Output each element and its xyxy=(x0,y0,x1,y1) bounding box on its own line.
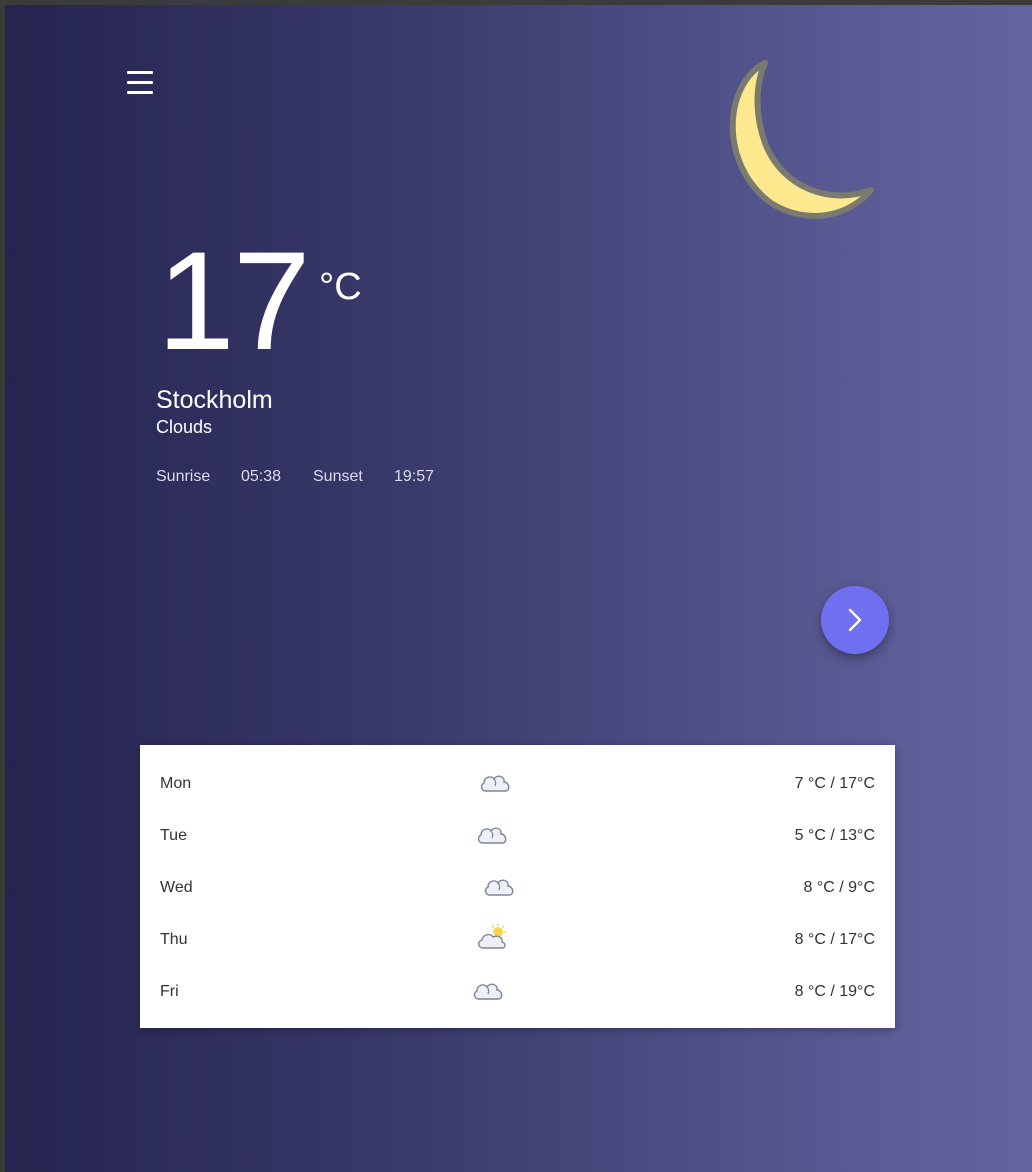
sunrise-label: Sunrise xyxy=(156,468,211,485)
forecast-range: 5 °C / 13°C xyxy=(794,827,875,844)
sunset-time: 19:57 xyxy=(394,468,435,485)
cloud-icon xyxy=(477,827,507,844)
forecast-day: Thu xyxy=(160,931,188,948)
crescent-moon-icon xyxy=(729,60,874,220)
city-name: Stockholm xyxy=(156,386,273,414)
forecast-range: 8 °C / 9°C xyxy=(803,879,875,896)
current-temperature: 17 °C xyxy=(157,222,362,379)
next-button[interactable] xyxy=(821,586,889,654)
chevron-right-icon xyxy=(848,608,862,632)
forecast-row-mon: Mon 7 °C / 17°C xyxy=(140,757,895,809)
hamburger-menu-icon[interactable] xyxy=(127,71,155,97)
forecast-day: Fri xyxy=(160,983,179,1000)
forecast-range: 7 °C / 17°C xyxy=(794,775,875,792)
forecast-day: Wed xyxy=(160,879,193,896)
cloud-icon xyxy=(473,983,503,1000)
forecast-day: Mon xyxy=(160,775,192,792)
weather-condition: Clouds xyxy=(156,417,213,437)
cloud-icon xyxy=(484,879,514,896)
forecast-row-wed: Wed 8 °C / 9°C xyxy=(140,861,895,913)
partly-cloudy-icon xyxy=(478,924,506,949)
forecast-range: 8 °C / 17°C xyxy=(794,931,875,948)
sunrise-time: 05:38 xyxy=(241,468,282,485)
cloud-icon xyxy=(480,775,510,792)
forecast-day: Tue xyxy=(160,827,187,844)
temperature-value: 17 xyxy=(157,222,311,379)
forecast-row-thu: Thu 8 °C / 17°C xyxy=(140,913,895,965)
forecast-list: Mon 7 °C / 17°C Tue 5 °C / 13°C Wed 8 °C… xyxy=(140,745,895,1028)
forecast-range: 8 °C / 19°C xyxy=(794,983,875,1000)
forecast-row-tue: Tue 5 °C / 13°C xyxy=(140,809,895,861)
sunset-label: Sunset xyxy=(313,468,363,485)
forecast-row-fri: Fri 8 °C / 19°C xyxy=(140,965,895,1017)
temperature-unit: °C xyxy=(319,266,362,308)
weather-app: 17 °C Stockholm Clouds Sunrise 05:38 Sun… xyxy=(5,5,1032,1172)
